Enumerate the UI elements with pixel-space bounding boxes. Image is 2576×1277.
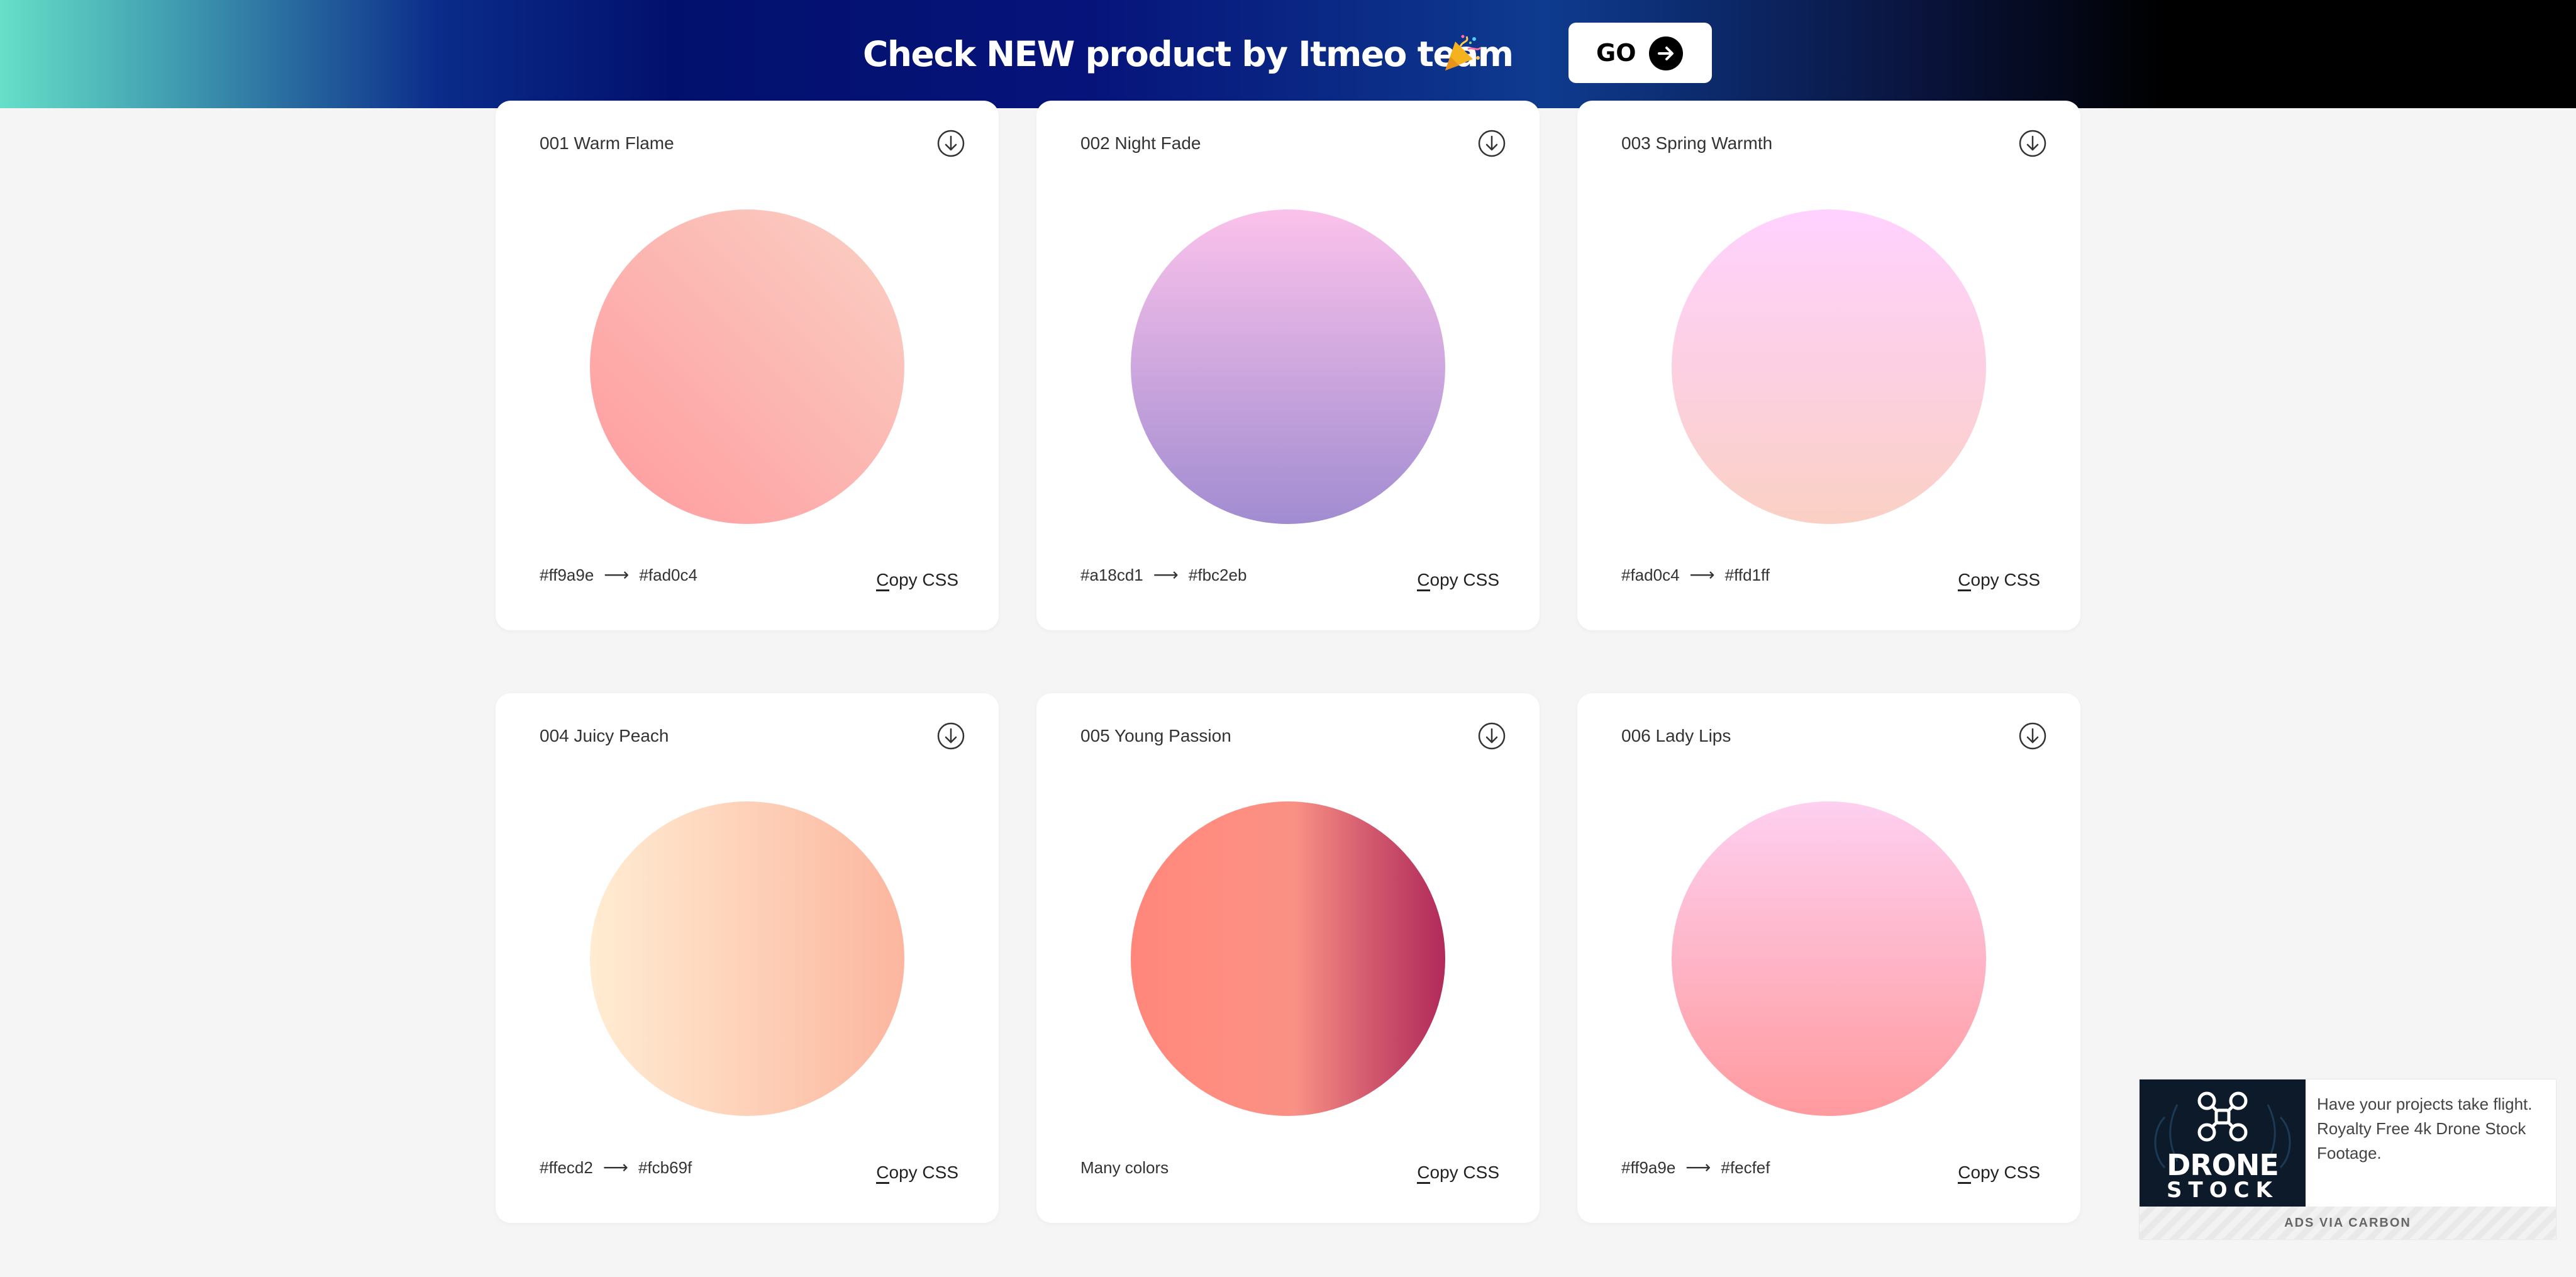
gradient-preview[interactable] [590, 801, 904, 1116]
gradient-card: 006 Lady Lips #ff9a9e ⟶ #fecfef Copy CSS [1577, 693, 2080, 1223]
party-popper-icon [1445, 35, 1482, 70]
download-icon[interactable] [2018, 128, 2048, 159]
gradient-card: 004 Juicy Peach #ffecd2 ⟶ #fcb69f Copy CSS [496, 693, 999, 1223]
download-icon[interactable] [1477, 128, 1507, 159]
ad-brand-line1: DRONE [2167, 1148, 2279, 1182]
gradient-preview[interactable] [1672, 801, 1986, 1116]
gradient-card: 005 Young Passion Many colors Copy CSS [1036, 693, 1540, 1223]
color-to: #fad0c4 [639, 566, 697, 584]
color-from: #ff9a9e [540, 566, 594, 584]
color-to: #fbc2eb [1188, 566, 1247, 584]
color-from: #fad0c4 [1621, 566, 1680, 584]
color-to: #fcb69f [638, 1158, 692, 1177]
banner-text[interactable]: Check NEW product by Itmeo team [863, 30, 1514, 78]
gradient-card: 003 Spring Warmth #fad0c4 ⟶ #ffd1ff Copy C… [1577, 101, 2080, 630]
copy-css-button[interactable]: Copy CSS [1958, 1160, 2040, 1185]
copy-css-button[interactable]: Copy CSS [1417, 1160, 1499, 1185]
color-from: #a18cd1 [1080, 566, 1143, 584]
gradient-preview[interactable] [1131, 209, 1445, 524]
gradient-colors: Many colors [1080, 1156, 1169, 1179]
arrow-separator: ⟶ [1685, 1157, 1711, 1177]
download-icon[interactable] [936, 721, 966, 751]
copy-css-button[interactable]: Copy CSS [1417, 567, 1499, 593]
go-button[interactable]: GO [1568, 23, 1712, 83]
card-title: 002 Night Fade [1080, 133, 1201, 153]
arrow-separator: ⟶ [1153, 565, 1179, 584]
color-to: #ffd1ff [1724, 566, 1770, 584]
color-from: #ffecd2 [540, 1158, 593, 1177]
arrow-separator: ⟶ [604, 565, 630, 584]
gradient-preview[interactable] [590, 209, 904, 524]
card-title: 006 Lady Lips [1621, 726, 1731, 745]
many-colors-label: Many colors [1080, 1158, 1169, 1177]
promo-banner[interactable]: Check NEW product by Itmeo team GO [0, 0, 2576, 108]
gradient-colors: #ff9a9e ⟶ #fad0c4 [540, 564, 697, 586]
card-title: 003 Spring Warmth [1621, 133, 1773, 153]
gradient-card: 001 Warm Flame #ff9a9e ⟶ #fad0c4 Copy CSS [496, 101, 999, 630]
ad-image[interactable]: DRONE STOCK [2140, 1079, 2306, 1207]
card-title: 005 Young Passion [1080, 726, 1231, 745]
color-to: #fecfef [1721, 1158, 1770, 1177]
gradient-colors: #fad0c4 ⟶ #ffd1ff [1621, 564, 1770, 586]
ad-text[interactable]: Have your projects take flight. Royalty … [2317, 1092, 2543, 1166]
gradient-colors: #ffecd2 ⟶ #fcb69f [540, 1156, 692, 1179]
gradient-colors: #a18cd1 ⟶ #fbc2eb [1080, 564, 1246, 586]
ads-via-carbon-link[interactable]: ADS VIA CARBON [2140, 1207, 2556, 1239]
gradient-preview[interactable] [1672, 209, 1986, 524]
color-from: #ff9a9e [1621, 1158, 1676, 1177]
copy-css-button[interactable]: Copy CSS [876, 567, 958, 593]
gradient-card: 002 Night Fade #a18cd1 ⟶ #fbc2eb Copy CSS [1036, 101, 1540, 630]
download-icon[interactable] [2018, 721, 2048, 751]
card-title: 001 Warm Flame [540, 133, 674, 153]
carbon-ad[interactable]: DRONE STOCK Have your projects take flig… [2140, 1079, 2556, 1239]
download-icon[interactable] [1477, 721, 1507, 751]
arrow-separator: ⟶ [1689, 565, 1715, 584]
go-button-label: GO [1596, 39, 1636, 67]
gradient-colors: #ff9a9e ⟶ #fecfef [1621, 1156, 1770, 1179]
card-title: 004 Juicy Peach [540, 726, 669, 745]
arrow-right-circle-icon [1649, 36, 1683, 70]
arrow-separator: ⟶ [602, 1157, 628, 1177]
copy-css-button[interactable]: Copy CSS [1958, 567, 2040, 593]
copy-css-button[interactable]: Copy CSS [876, 1160, 958, 1185]
gradient-preview[interactable] [1131, 801, 1445, 1116]
ad-footer[interactable]: ADS VIA CARBON [2140, 1207, 2556, 1239]
ad-brand-line2: STOCK [2167, 1178, 2279, 1203]
download-icon[interactable] [936, 128, 966, 159]
